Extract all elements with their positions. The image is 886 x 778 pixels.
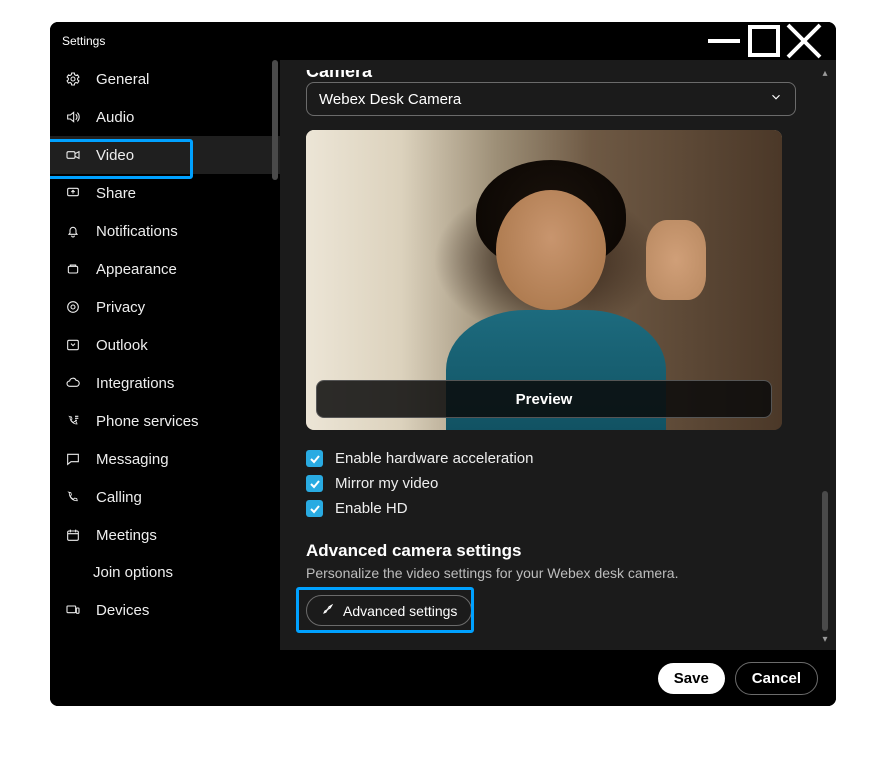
sidebar-scrollbar[interactable] <box>272 60 278 180</box>
phone-services-icon <box>64 412 82 430</box>
minimize-button[interactable] <box>704 26 744 56</box>
close-button[interactable] <box>784 26 824 56</box>
cloud-icon <box>64 374 82 392</box>
scroll-up-icon[interactable]: ▴ <box>818 66 832 80</box>
advanced-settings-button[interactable]: Advanced settings <box>306 595 472 626</box>
checkbox-mirror[interactable]: Mirror my video <box>306 475 796 492</box>
scroll-thumb[interactable] <box>822 491 828 631</box>
appearance-icon <box>64 260 82 278</box>
main-pane: Camera Webex Desk Camera <box>280 60 836 706</box>
messaging-icon <box>64 450 82 468</box>
sidebar-item-privacy[interactable]: Privacy <box>50 288 280 326</box>
camera-section-label: Camera <box>306 70 796 80</box>
scroll-down-icon[interactable]: ▾ <box>818 632 832 646</box>
sidebar-item-outlook[interactable]: Outlook <box>50 326 280 364</box>
sidebar-item-share[interactable]: Share <box>50 174 280 212</box>
maximize-icon <box>744 22 784 61</box>
sidebar-item-label: Video <box>96 147 134 164</box>
sidebar-item-phone-services[interactable]: Phone services <box>50 402 280 440</box>
preview-button[interactable]: Preview <box>316 380 772 418</box>
sidebar-item-messaging[interactable]: Messaging <box>50 440 280 478</box>
cancel-label: Cancel <box>752 670 801 687</box>
sidebar-item-devices[interactable]: Devices <box>50 591 280 629</box>
preview-button-label: Preview <box>516 391 573 408</box>
camera-selected-value: Webex Desk Camera <box>319 91 461 108</box>
sidebar-item-audio[interactable]: Audio <box>50 98 280 136</box>
sidebar-item-label: Share <box>96 185 136 202</box>
sidebar-item-calling[interactable]: Calling <box>50 478 280 516</box>
checkbox-hd[interactable]: Enable HD <box>306 500 796 517</box>
sidebar-item-label: Outlook <box>96 337 148 354</box>
checkbox-checked-icon <box>306 450 323 467</box>
share-icon <box>64 184 82 202</box>
phone-icon <box>64 488 82 506</box>
sidebar-item-join-options[interactable]: Join options <box>50 554 280 591</box>
sidebar-item-label: Calling <box>96 489 142 506</box>
sidebar-item-label: Devices <box>96 602 149 619</box>
checkbox-checked-icon <box>306 475 323 492</box>
checkbox-label: Enable hardware acceleration <box>335 450 533 467</box>
sidebar-item-label: Meetings <box>96 527 157 544</box>
checkbox-checked-icon <box>306 500 323 517</box>
close-icon <box>784 22 824 61</box>
sidebar-item-appearance[interactable]: Appearance <box>50 250 280 288</box>
sidebar-item-meetings[interactable]: Meetings <box>50 516 280 554</box>
sidebar-item-label: Messaging <box>96 451 169 468</box>
sidebar-item-label: Privacy <box>96 299 145 316</box>
privacy-icon <box>64 298 82 316</box>
minimize-icon <box>704 22 744 61</box>
speaker-icon <box>64 108 82 126</box>
cancel-button[interactable]: Cancel <box>735 662 818 695</box>
sidebar-item-general[interactable]: General <box>50 60 280 98</box>
save-button[interactable]: Save <box>658 663 725 694</box>
window-title: Settings <box>62 34 105 48</box>
gear-icon <box>64 70 82 88</box>
footer: Save Cancel <box>280 650 836 706</box>
video-icon <box>64 146 82 164</box>
sidebar-item-label: Appearance <box>96 261 177 278</box>
main-scrollbar[interactable]: ▴ ▾ <box>818 66 832 646</box>
save-label: Save <box>674 670 709 687</box>
camera-preview: Preview <box>306 130 782 430</box>
checkbox-label: Enable HD <box>335 500 408 517</box>
chevron-down-icon <box>769 90 783 108</box>
rocket-icon <box>321 602 335 619</box>
advanced-heading: Advanced camera settings <box>306 541 796 561</box>
advanced-subtext: Personalize the video settings for your … <box>306 565 796 581</box>
settings-window: Settings General Audio <box>50 22 836 706</box>
sidebar-item-label: General <box>96 71 149 88</box>
bell-icon <box>64 222 82 240</box>
sidebar-item-label: Phone services <box>96 413 199 430</box>
checkbox-hw-accel[interactable]: Enable hardware acceleration <box>306 450 796 467</box>
sidebar[interactable]: General Audio Video Share Notifications <box>50 60 280 706</box>
sidebar-item-label: Integrations <box>96 375 174 392</box>
sidebar-item-integrations[interactable]: Integrations <box>50 364 280 402</box>
calendar-icon <box>64 526 82 544</box>
sidebar-item-notifications[interactable]: Notifications <box>50 212 280 250</box>
window-controls <box>704 26 824 56</box>
titlebar: Settings <box>50 22 836 60</box>
sidebar-item-label: Join options <box>93 564 173 581</box>
maximize-button[interactable] <box>744 26 784 56</box>
content: General Audio Video Share Notifications <box>50 60 836 706</box>
sidebar-item-video[interactable]: Video <box>50 136 280 174</box>
outlook-icon <box>64 336 82 354</box>
devices-icon <box>64 601 82 619</box>
video-settings-scroll[interactable]: Camera Webex Desk Camera <box>280 60 836 650</box>
sidebar-item-label: Audio <box>96 109 134 126</box>
camera-select-dropdown[interactable]: Webex Desk Camera <box>306 82 796 116</box>
video-checkboxes: Enable hardware acceleration Mirror my v… <box>306 450 796 517</box>
sidebar-item-label: Notifications <box>96 223 178 240</box>
advanced-settings-label: Advanced settings <box>343 603 457 619</box>
checkbox-label: Mirror my video <box>335 475 438 492</box>
